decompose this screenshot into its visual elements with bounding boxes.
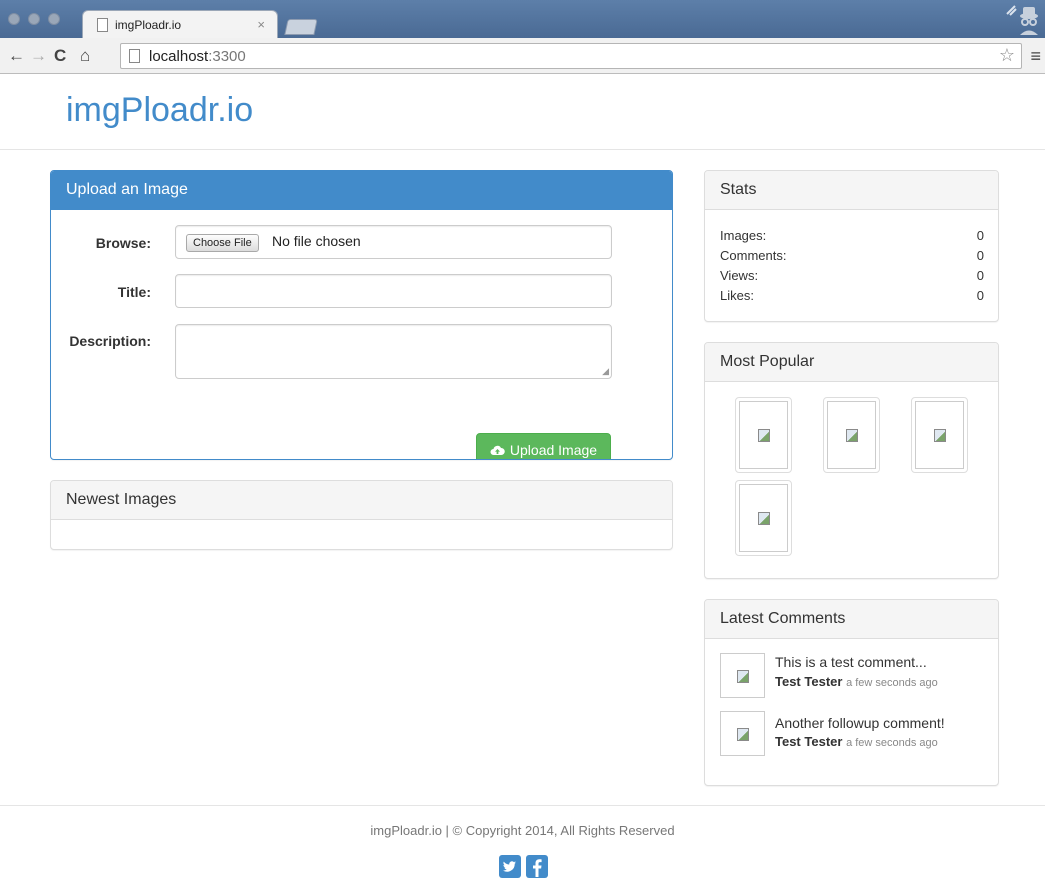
upload-panel-heading: Upload an Image (51, 171, 672, 210)
comment-image-thumbnail[interactable] (720, 711, 765, 756)
comment-author: Test Tester (775, 674, 843, 689)
url-host: localhost (149, 48, 209, 65)
home-icon[interactable]: ⌂ (80, 46, 90, 66)
window-controls (8, 13, 60, 25)
stat-label: Comments: (720, 248, 787, 263)
comment-text[interactable]: Another followup comment! (775, 715, 945, 731)
page-icon (97, 18, 108, 32)
file-input[interactable]: Choose File No file chosen (175, 225, 612, 259)
stat-row-images: Images: 0 (720, 228, 984, 243)
back-icon[interactable]: ← (8, 46, 25, 66)
popular-thumbnail[interactable] (735, 397, 792, 473)
comment-author: Test Tester (775, 734, 843, 749)
latest-comments-panel: Latest Comments This is a test comment..… (704, 599, 999, 786)
upload-image-button[interactable]: Upload Image (476, 433, 611, 459)
zoom-window-button[interactable] (48, 13, 60, 25)
brand-logo[interactable]: imgPloadr.io (66, 91, 253, 130)
popular-thumbnail[interactable] (911, 397, 968, 473)
bookmark-star-icon[interactable]: ☆ (999, 45, 1015, 66)
forward-icon[interactable]: → (30, 46, 47, 66)
upload-panel: Upload an Image Browse: Choose File No f… (50, 170, 673, 460)
footer-copyright: imgPloadr.io | © Copyright 2014, All Rig… (370, 823, 675, 838)
file-status: No file chosen (272, 233, 361, 249)
site-header: imgPloadr.io (0, 75, 1045, 150)
incognito-icon (1006, 5, 1038, 35)
resize-grip-icon[interactable]: ◢ (602, 367, 609, 376)
site-footer: imgPloadr.io | © Copyright 2014, All Rig… (0, 805, 1045, 886)
browser-tab[interactable]: imgPloadr.io × (82, 10, 278, 38)
broken-image-icon (736, 727, 749, 741)
comment-text[interactable]: This is a test comment... (775, 654, 927, 670)
stat-label: Views: (720, 268, 759, 283)
broken-image-icon (845, 429, 858, 442)
most-popular-heading: Most Popular (705, 343, 998, 382)
broken-image-icon (757, 512, 770, 525)
stat-value: 0 (976, 288, 984, 303)
tab-close-icon[interactable]: × (257, 17, 265, 32)
address-bar[interactable]: localhost:3300 ☆ (120, 43, 1022, 69)
newest-images-panel: Newest Images (50, 480, 673, 550)
stat-value: 0 (976, 228, 984, 243)
tab-title: imgPloadr.io (115, 18, 182, 32)
url-text[interactable]: localhost:3300 (149, 48, 246, 65)
choose-file-button[interactable]: Choose File (186, 234, 259, 252)
browse-label: Browse: (95, 235, 151, 251)
stats-panel: Stats Images: 0 Comments: 0 Views: 0 Likes:… (704, 170, 999, 322)
broken-image-icon (757, 429, 770, 442)
stat-row-comments: Comments: 0 (720, 248, 984, 263)
description-textarea[interactable]: ◢ (175, 324, 612, 379)
page: imgPloadr.io Upload an Image Browse: Cho… (0, 75, 1045, 886)
browser-menu-icon[interactable]: ≡ (1030, 46, 1041, 67)
stat-label: Images: (720, 228, 767, 243)
popular-thumbnail[interactable] (823, 397, 880, 473)
broken-image-icon (933, 429, 946, 442)
browser-toolbar: ← → C ⌂ localhost:3300 ☆ ≡ (0, 38, 1045, 74)
latest-comments-heading: Latest Comments (705, 600, 998, 639)
stats-heading: Stats (705, 171, 998, 210)
reload-icon[interactable]: C (54, 46, 66, 66)
comment-meta: Test Tester a few seconds ago (775, 734, 938, 749)
description-label: Description: (69, 333, 151, 349)
new-tab-button[interactable] (284, 19, 318, 35)
page-icon (129, 49, 140, 63)
most-popular-panel: Most Popular (704, 342, 999, 579)
title-label: Title: (117, 284, 151, 300)
newest-images-heading: Newest Images (51, 481, 672, 520)
comment-image-thumbnail[interactable] (720, 653, 765, 698)
comment-time: a few seconds ago (846, 737, 938, 749)
title-input[interactable] (175, 274, 612, 308)
minimize-window-button[interactable] (28, 13, 40, 25)
broken-image-icon (736, 669, 749, 683)
stat-row-views: Views: 0 (720, 268, 984, 283)
twitter-icon[interactable] (499, 855, 521, 878)
upload-image-label: Upload Image (509, 442, 598, 458)
popular-thumbnail[interactable] (735, 480, 792, 556)
stat-label: Likes: (720, 288, 754, 303)
cloud-upload-icon (490, 445, 505, 455)
stat-value: 0 (976, 248, 984, 263)
facebook-icon[interactable] (526, 855, 548, 878)
comment-time: a few seconds ago (846, 677, 938, 689)
window-titlebar: imgPloadr.io × (0, 0, 1045, 38)
url-port: :3300 (208, 48, 246, 65)
stat-row-likes: Likes: 0 (720, 288, 984, 303)
close-window-button[interactable] (8, 13, 20, 25)
stat-value: 0 (976, 268, 984, 283)
comment-meta: Test Tester a few seconds ago (775, 674, 938, 689)
